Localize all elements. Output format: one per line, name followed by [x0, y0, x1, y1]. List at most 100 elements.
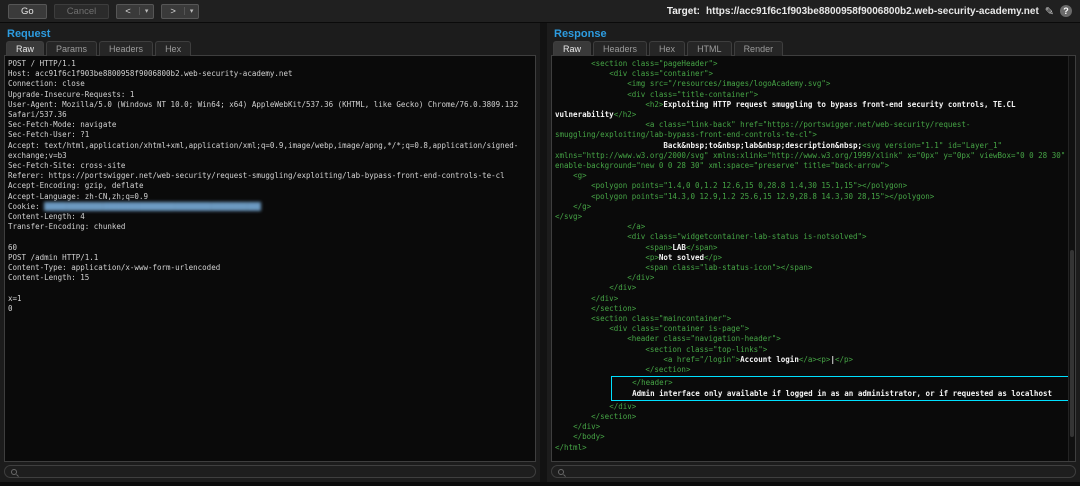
code-line: <div class="container is-page">: [555, 324, 1072, 334]
code-line: Accept-Language: zh-CN,zh;q=0.9: [8, 192, 532, 202]
code-line: <section class="maincontainer">: [555, 314, 1072, 324]
code-line: Cookie: ████████████████████████████████…: [8, 202, 532, 212]
response-tabs: RawHeadersHexHTMLRender: [551, 41, 1076, 56]
code-line: <polygon points="1.4,0 0,1.2 12.6,15 0,2…: [555, 181, 1072, 191]
search-icon: [11, 469, 17, 475]
code-line: <img src="/resources/images/logoAcademy.…: [555, 79, 1072, 89]
code-line: <span class="lab-status-icon"></span>: [555, 263, 1072, 273]
chevron-down-icon[interactable]: ▾: [184, 7, 199, 15]
code-line: [8, 283, 532, 293]
panel-splitter[interactable]: [540, 23, 547, 482]
tab-headers[interactable]: Headers: [593, 41, 647, 56]
chevron-down-icon[interactable]: ▾: [139, 7, 154, 15]
code-line: User-Agent: Mozilla/5.0 (Windows NT 10.0…: [8, 100, 532, 120]
response-panel-title: Response: [551, 25, 1076, 41]
code-line: <a class="link-back" href="https://ports…: [555, 120, 1072, 140]
code-line: </header>: [614, 378, 1067, 388]
code-line: 60: [8, 243, 532, 253]
target-label: Target:: [667, 6, 700, 17]
code-line: </div>: [555, 273, 1072, 283]
tab-render[interactable]: Render: [734, 41, 784, 56]
code-line: <div class="widgetcontainer-lab-status i…: [555, 232, 1072, 242]
code-line: Sec-Fetch-User: ?1: [8, 130, 532, 140]
code-line: 0: [8, 304, 532, 314]
window-bottom-edge: [0, 482, 1080, 486]
code-line: <polygon points="14.3,0 12.9,1.2 25.6,15…: [555, 192, 1072, 202]
code-line: </g>: [555, 202, 1072, 212]
tab-params[interactable]: Params: [46, 41, 97, 56]
request-search-input[interactable]: [21, 467, 529, 476]
code-line: <g>: [555, 171, 1072, 181]
code-line: </body>: [555, 432, 1072, 442]
tab-html[interactable]: HTML: [687, 41, 732, 56]
help-icon[interactable]: ?: [1060, 5, 1072, 17]
tab-hex[interactable]: Hex: [155, 41, 191, 56]
code-line: Content-Type: application/x-www-form-url…: [8, 263, 532, 273]
code-line: POST / HTTP/1.1: [8, 59, 532, 69]
response-scrollbar[interactable]: [1068, 56, 1075, 461]
request-panel-title: Request: [4, 25, 536, 41]
toolbar: Go Cancel < ▾ > ▾ Target: https://acc91f…: [0, 0, 1080, 23]
code-line: <div class="container">: [555, 69, 1072, 79]
go-button[interactable]: Go: [8, 4, 47, 19]
code-line: </html>: [555, 443, 1072, 453]
code-line: [8, 232, 532, 242]
code-line: <header class="navigation-header">: [555, 334, 1072, 344]
response-search-bar: [551, 465, 1076, 478]
code-line: Accept-Encoding: gzip, deflate: [8, 181, 532, 191]
code-line: </div>: [555, 283, 1072, 293]
response-editor[interactable]: <section class="pageHeader"> <div class=…: [551, 55, 1076, 462]
code-line: </a>: [555, 222, 1072, 232]
code-line: Referer: https://portswigger.net/web-sec…: [8, 171, 532, 181]
code-line: POST /admin HTTP/1.1: [8, 253, 532, 263]
code-line: Host: acc91f6c1f903be8800958f9006800b2.w…: [8, 69, 532, 79]
tab-headers[interactable]: Headers: [99, 41, 153, 56]
target-url: https://acc91f6c1f903be8800958f9006800b2…: [706, 6, 1039, 17]
scrollbar-thumb[interactable]: [1070, 250, 1074, 436]
code-line: </div>: [555, 294, 1072, 304]
edit-target-icon[interactable]: ✎: [1045, 5, 1054, 18]
code-line: Connection: close: [8, 79, 532, 89]
search-highlight-box: </header> Admin interface only available…: [611, 376, 1070, 400]
code-line: </section>: [555, 412, 1072, 422]
code-line: </svg>: [555, 212, 1072, 222]
code-line: Upgrade-Insecure-Requests: 1: [8, 90, 532, 100]
request-editor[interactable]: POST / HTTP/1.1Host: acc91f6c1f903be8800…: [4, 55, 536, 462]
tab-raw[interactable]: Raw: [553, 41, 591, 56]
code-line: Content-Length: 4: [8, 212, 532, 222]
target-bar: Target: https://acc91f6c1f903be8800958f9…: [667, 5, 1072, 18]
message-panes: Request RawParamsHeadersHex POST / HTTP/…: [0, 23, 1080, 482]
request-panel: Request RawParamsHeadersHex POST / HTTP/…: [0, 23, 540, 482]
code-line: <h2>Exploiting HTTP request smuggling to…: [555, 100, 1072, 120]
code-line: Admin interface only available if logged…: [614, 389, 1067, 399]
code-line: </section>: [555, 365, 1072, 375]
code-line: <section class="pageHeader">: [555, 59, 1072, 69]
code-line: Sec-Fetch-Mode: navigate: [8, 120, 532, 130]
code-line: <p>Not solved</p>: [555, 253, 1072, 263]
response-panel: Response RawHeadersHexHTMLRender <sectio…: [547, 23, 1080, 482]
code-line: Sec-Fetch-Site: cross-site: [8, 161, 532, 171]
next-label: >: [162, 6, 184, 17]
code-line: </div>: [555, 422, 1072, 432]
code-line: Content-Length: 15: [8, 273, 532, 283]
code-line: x=1: [8, 294, 532, 304]
code-line: Back&nbsp;to&nbsp;lab&nbsp;description&n…: [555, 141, 1072, 172]
tab-hex[interactable]: Hex: [649, 41, 685, 56]
tab-raw[interactable]: Raw: [6, 41, 44, 56]
cancel-button[interactable]: Cancel: [54, 4, 110, 19]
code-line: </div>: [555, 402, 1072, 412]
code-line: Transfer-Encoding: chunked: [8, 222, 532, 232]
code-line: </section>: [555, 304, 1072, 314]
prev-label: <: [117, 6, 139, 17]
code-line: <div class="title-container">: [555, 90, 1072, 100]
code-line: <span>LAB</span>: [555, 243, 1072, 253]
next-request-button[interactable]: > ▾: [161, 4, 199, 19]
request-search-bar: [4, 465, 536, 478]
prev-request-button[interactable]: < ▾: [116, 4, 154, 19]
response-search-input[interactable]: [568, 467, 1069, 476]
code-line: <section class="top-links">: [555, 345, 1072, 355]
request-tabs: RawParamsHeadersHex: [4, 41, 536, 56]
code-line: <a href="/login">Account login</a><p>|</…: [555, 355, 1072, 365]
code-line: Accept: text/html,application/xhtml+xml,…: [8, 141, 532, 161]
search-icon: [558, 469, 564, 475]
